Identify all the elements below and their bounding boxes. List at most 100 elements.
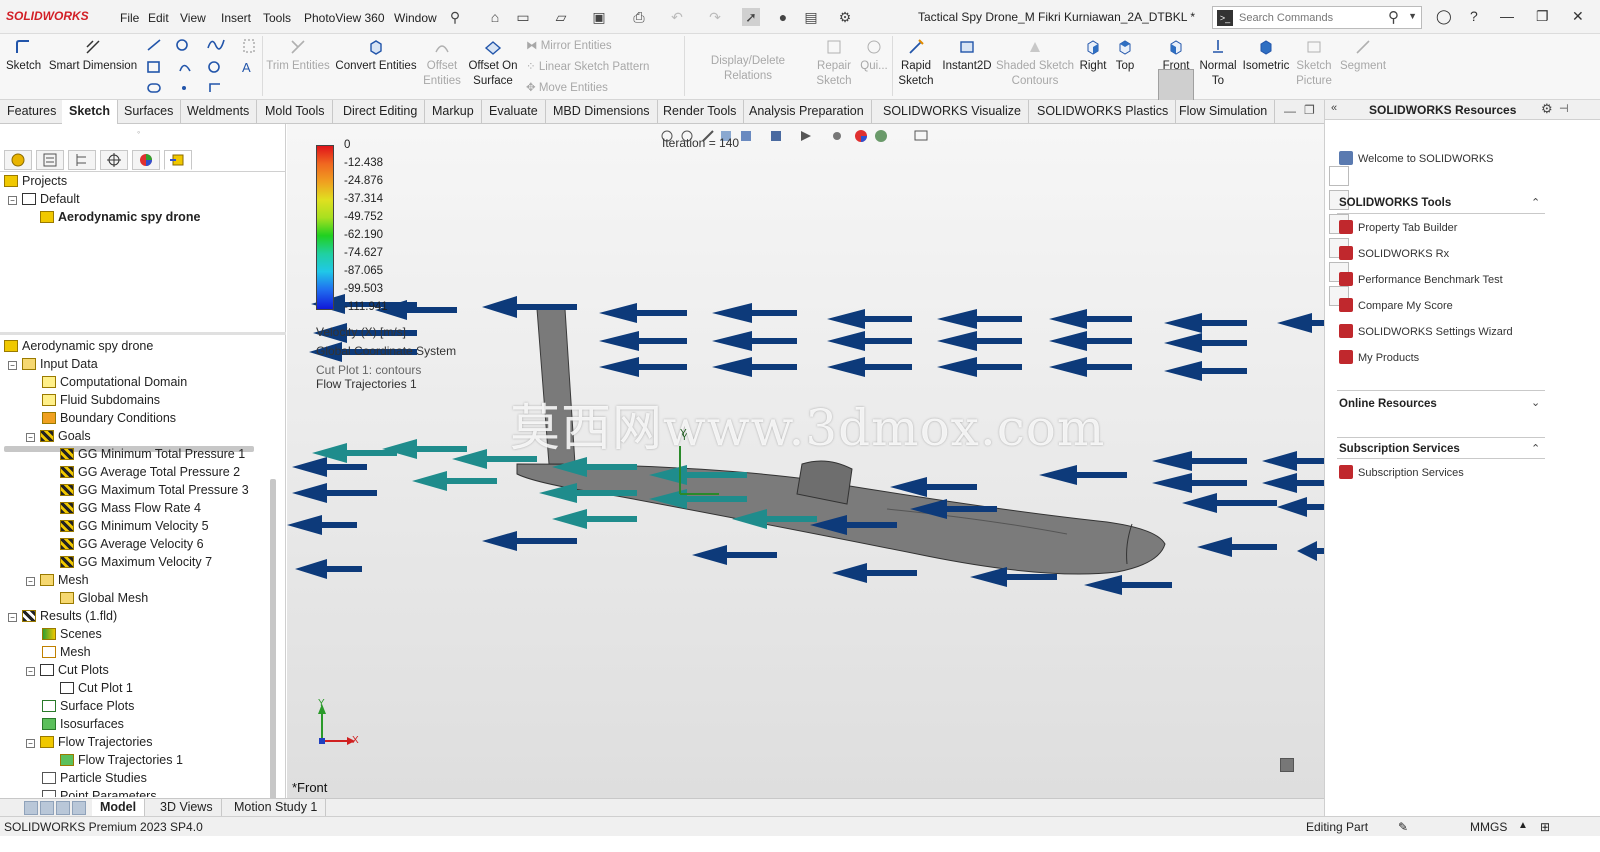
tree-goal-item[interactable]: GG Minimum Velocity 5	[60, 517, 209, 535]
viewport-minimize-icon[interactable]: —	[1284, 104, 1296, 118]
tab-weldments[interactable]: Weldments	[180, 100, 258, 124]
traffic-light-icon[interactable]: ●	[774, 8, 792, 26]
tools-section-header[interactable]: SOLIDWORKS Tools	[1339, 197, 1451, 209]
tab-flow-simulation[interactable]: Flow Simulation	[1172, 100, 1276, 124]
menu-view[interactable]: View	[180, 11, 206, 25]
minimize-icon[interactable]: —	[1500, 8, 1514, 24]
file-properties-icon[interactable]: ▤	[802, 8, 820, 26]
tree-input-data[interactable]: − Input Data	[8, 355, 98, 373]
tree-vertical-scrollbar[interactable]	[270, 479, 276, 801]
configuration-manager-tab[interactable]	[68, 150, 96, 170]
normal-to-button[interactable]: Normal To	[1198, 38, 1238, 89]
tree-scenes[interactable]: Scenes	[42, 625, 102, 643]
options-gear-icon[interactable]: ⚙	[836, 8, 854, 26]
smart-dimension-button[interactable]: Smart Dimension	[48, 38, 138, 74]
user-account-icon[interactable]: ◯	[1436, 8, 1452, 25]
sketch-button[interactable]: Sketch	[6, 38, 41, 74]
move-entities-button[interactable]: ✥ Move Entities	[526, 80, 608, 94]
tab-surfaces[interactable]: Surfaces	[117, 100, 182, 124]
menu-window[interactable]: Window	[394, 11, 437, 25]
tool-link[interactable]: Compare My Score	[1339, 298, 1453, 312]
rapid-sketch-button[interactable]: Rapid Sketch	[896, 38, 936, 89]
tree-flow-trajectories-1[interactable]: Flow Trajectories 1	[60, 751, 183, 769]
open-folder-icon[interactable]: ▱	[552, 8, 570, 26]
print-icon[interactable]: ⎙	[630, 8, 648, 26]
right-view-button[interactable]: Right	[1076, 38, 1110, 74]
tree-point-parameters[interactable]: Point Parameters	[42, 787, 157, 797]
tab-analysis-preparation[interactable]: Analysis Preparation	[742, 100, 872, 124]
collapse-toggle-icon[interactable]: −	[8, 613, 17, 622]
tree-flow-trajectories[interactable]: − Flow Trajectories	[26, 733, 152, 751]
pin-pane-icon[interactable]: ⊣	[1559, 102, 1569, 115]
tree-boundary-conditions[interactable]: Boundary Conditions	[42, 409, 176, 427]
online-resources-header[interactable]: Online Resources	[1339, 398, 1437, 410]
tree-cut-plot-1[interactable]: Cut Plot 1	[60, 679, 133, 697]
feature-manager-tab[interactable]	[4, 150, 32, 170]
pin-icon[interactable]: ⚲	[446, 8, 464, 26]
tab-mbd-dimensions[interactable]: MBD Dimensions	[546, 100, 658, 124]
pane-splitter[interactable]	[0, 332, 286, 335]
first-tab-nav-icon[interactable]	[24, 801, 38, 815]
linear-sketch-pattern-button[interactable]: ⁘ Linear Sketch Pattern	[526, 59, 649, 73]
save-icon[interactable]: ▣	[590, 8, 608, 26]
dimxpert-manager-tab[interactable]	[100, 150, 128, 170]
menu-edit[interactable]: Edit	[148, 11, 169, 25]
trim-entities-button[interactable]: Trim Entities	[266, 38, 330, 74]
tree-results[interactable]: − Results (1.fld)	[8, 607, 117, 625]
stop-icon[interactable]	[1280, 758, 1294, 772]
tab-3d-views[interactable]: 3D Views	[152, 799, 222, 817]
tool-link[interactable]: My Products	[1339, 350, 1419, 364]
tree-cut-plots[interactable]: − Cut Plots	[26, 661, 109, 679]
display-delete-relations-button[interactable]: Display/Delete Relations	[688, 54, 808, 84]
tree-analysis-root[interactable]: Aerodynamic spy drone	[4, 337, 153, 355]
display-manager-tab[interactable]	[132, 150, 160, 170]
graphics-viewport[interactable]: Y	[287, 124, 1324, 798]
expand-pane-icon[interactable]: «	[1331, 102, 1337, 114]
pane-options-gear-icon[interactable]: ⚙	[1541, 101, 1553, 117]
tree-mesh[interactable]: − Mesh	[26, 571, 89, 589]
repair-sketch-button[interactable]: Repair Sketch	[814, 38, 854, 89]
collapse-toggle-icon[interactable]: −	[8, 196, 17, 205]
tab-features[interactable]: Features	[0, 100, 65, 124]
tree-goals[interactable]: − Goals	[26, 427, 91, 445]
search-icon[interactable]: ⚲	[1388, 8, 1399, 26]
undo-icon[interactable]: ↶	[668, 8, 686, 26]
tree-global-mesh[interactable]: Global Mesh	[60, 589, 148, 607]
tree-fluid-subdomains[interactable]: Fluid Subdomains	[42, 391, 160, 409]
resources-home-icon[interactable]	[1329, 166, 1349, 186]
home-icon[interactable]: ⌂	[486, 8, 504, 26]
collapse-toggle-icon[interactable]: −	[26, 433, 35, 442]
sketch-entity-tools[interactable]: A	[144, 36, 259, 96]
collapse-chevron-icon[interactable]: ⌃	[1531, 196, 1540, 209]
last-tab-nav-icon[interactable]	[72, 801, 86, 815]
tree-goal-item[interactable]: GG Average Velocity 6	[60, 535, 204, 553]
menu-tools[interactable]: Tools	[263, 11, 291, 25]
tab-solidworks-plastics[interactable]: SOLIDWORKS Plastics	[1030, 100, 1177, 124]
unit-system-text[interactable]: MMGS	[1470, 820, 1507, 834]
prev-tab-nav-icon[interactable]	[40, 801, 54, 815]
tree-results-mesh[interactable]: Mesh	[42, 643, 91, 661]
property-manager-tab[interactable]	[36, 150, 64, 170]
units-dropdown-icon[interactable]: ▲	[1518, 820, 1528, 831]
search-commands-box[interactable]: >_ Search Commands ⚲ ▼	[1212, 6, 1422, 29]
chevron-down-icon[interactable]: ▼	[1408, 11, 1417, 21]
restore-icon[interactable]: ❐	[1536, 8, 1549, 25]
tree-goal-item[interactable]: GG Maximum Total Pressure 3	[60, 481, 249, 499]
tree-project-item[interactable]: Aerodynamic spy drone	[40, 208, 200, 226]
viewport-restore-icon[interactable]: ❐	[1304, 103, 1315, 117]
tree-default-config[interactable]: − Default	[8, 190, 80, 208]
next-tab-nav-icon[interactable]	[56, 801, 70, 815]
tree-goal-item[interactable]: GG Mass Flow Rate 4	[60, 499, 201, 517]
select-cursor-icon[interactable]: ➚	[742, 8, 760, 26]
segment-button[interactable]: Segment	[1338, 38, 1388, 74]
new-document-icon[interactable]: ▭	[514, 8, 532, 26]
convert-entities-button[interactable]: Convert Entities	[334, 38, 418, 74]
instant2d-button[interactable]: Instant2D	[940, 38, 994, 74]
redo-icon[interactable]: ↷	[706, 8, 724, 26]
menu-photoview[interactable]: PhotoView 360	[304, 11, 385, 25]
tool-link[interactable]: Performance Benchmark Test	[1339, 272, 1503, 286]
subscription-services-link[interactable]: Subscription Services	[1339, 465, 1464, 479]
help-icon[interactable]: ?	[1470, 8, 1478, 24]
isometric-view-button[interactable]: Isometric	[1240, 38, 1292, 74]
tab-solidworks-visualize[interactable]: SOLIDWORKS Visualize	[876, 100, 1030, 124]
